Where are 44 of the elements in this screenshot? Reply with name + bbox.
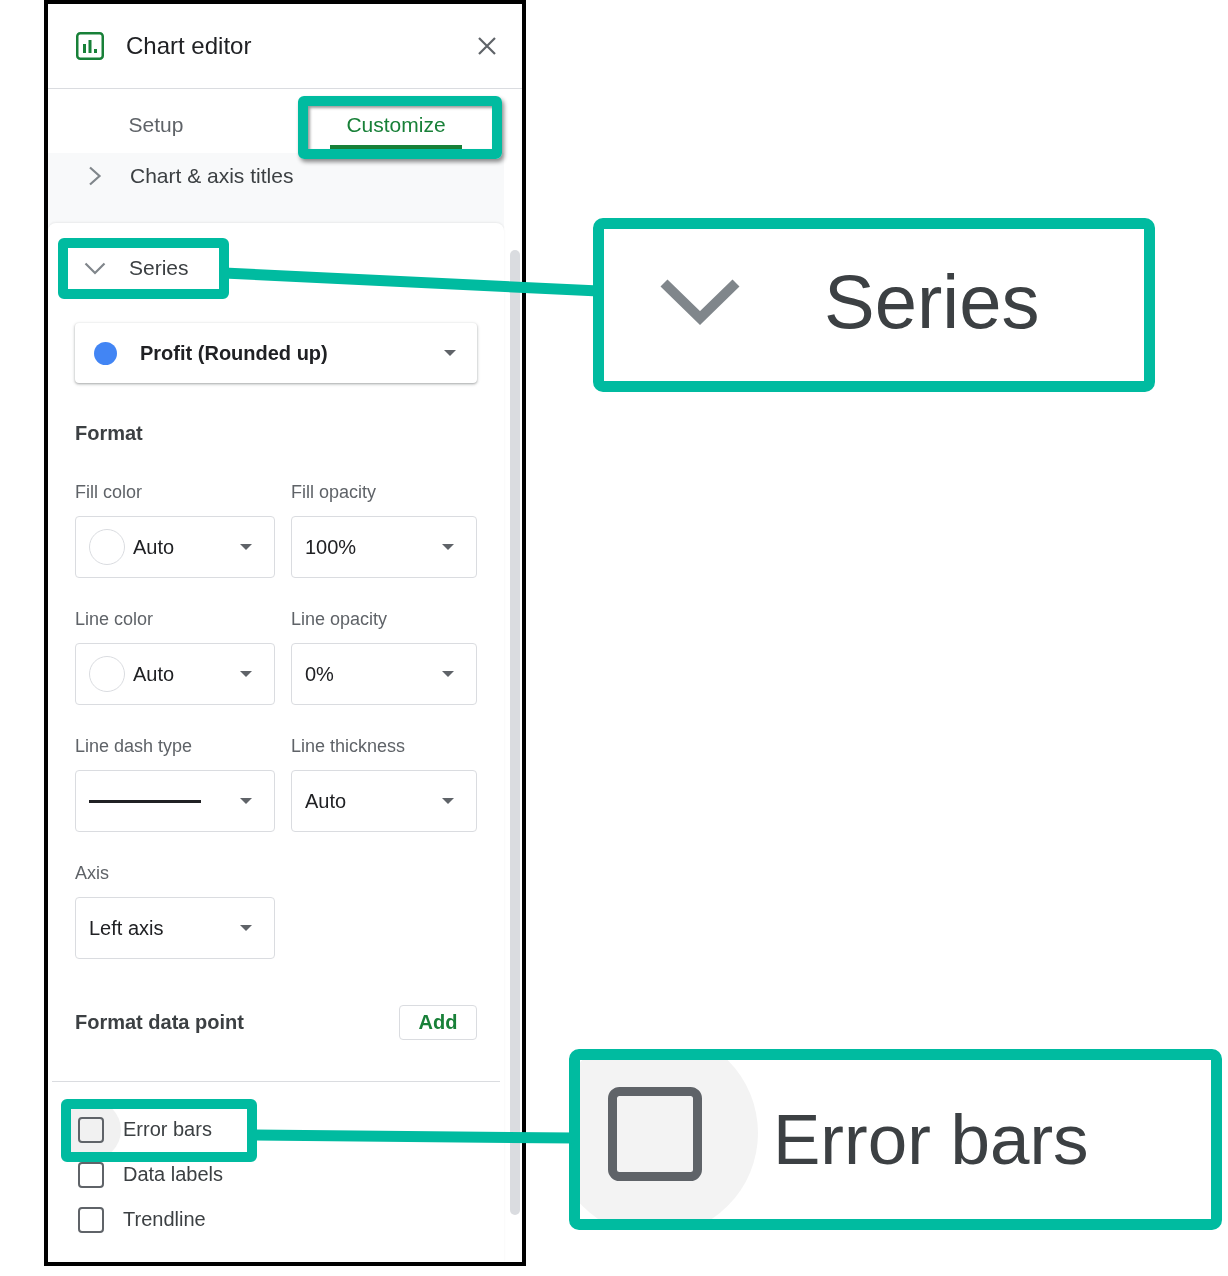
window-title: Chart editor (126, 32, 252, 60)
field-label: Line thickness (291, 735, 406, 757)
field-label: Line color (75, 608, 154, 630)
close-icon[interactable] (478, 37, 496, 55)
field-label: Axis (75, 862, 109, 884)
magnified-section-title: Series (824, 264, 1040, 340)
chart-icon (76, 32, 104, 60)
dropdown[interactable]: 0% (291, 643, 477, 705)
dropdown[interactable]: Auto (75, 643, 275, 705)
dropdown[interactable]: Auto (75, 516, 275, 578)
format-data-point-label: Format data point (75, 1011, 244, 1034)
caret-icon (240, 798, 252, 804)
color-swatch-icon (89, 529, 125, 565)
dropdown[interactable]: Auto (291, 770, 477, 832)
dropdown[interactable] (75, 770, 275, 832)
section-header[interactable]: Chart & axis titles (48, 153, 294, 199)
checkbox[interactable] (78, 1206, 104, 1233)
add-button[interactable]: Add (399, 1005, 477, 1040)
caret-icon (240, 544, 252, 550)
checkbox-label[interactable]: Trendline (123, 1208, 206, 1231)
checkbox[interactable] (78, 1161, 104, 1188)
solid-line-icon (89, 799, 201, 803)
series-dropdown[interactable]: Profit (Rounded up) (75, 323, 477, 383)
tab[interactable]: Customize (330, 89, 462, 149)
checkbox-label[interactable]: Data labels (123, 1163, 224, 1186)
caret-icon (442, 671, 454, 677)
dropdown[interactable]: Left axis (75, 897, 275, 959)
magnified-checkbox-label: Error bars (773, 1104, 1089, 1175)
scrollbar[interactable] (510, 250, 520, 1215)
section-header[interactable]: Series (75, 245, 189, 291)
field-label: Line opacity (291, 608, 388, 630)
tab[interactable]: Setup (90, 89, 222, 149)
color-swatch-icon (89, 656, 125, 692)
caret-icon (442, 798, 454, 804)
caret-icon (444, 350, 456, 356)
field-label: Fill color (75, 481, 142, 503)
checkbox-label[interactable]: Error bars (123, 1118, 212, 1141)
caret-icon (240, 925, 252, 931)
format-heading: Format (75, 421, 143, 445)
field-label: Fill opacity (291, 481, 377, 503)
caret-icon (442, 544, 454, 550)
caret-icon (240, 671, 252, 677)
field-label: Line dash type (75, 735, 193, 757)
dropdown[interactable]: 100% (291, 516, 477, 578)
